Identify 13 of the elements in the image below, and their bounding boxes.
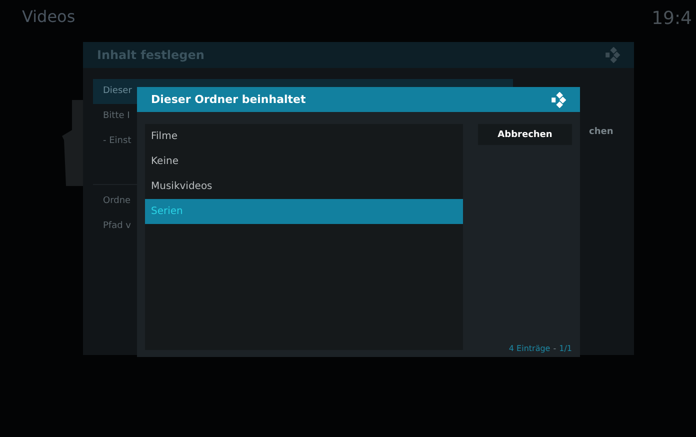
page-indicator: 1/1 [559, 344, 572, 353]
dialog-title: Dieser Ordner beinhaltet [151, 93, 306, 106]
list-item[interactable]: Musikvideos [145, 174, 463, 199]
item-count: 4 Einträge [508, 344, 550, 353]
logo-icon [550, 92, 566, 108]
list-item[interactable]: Filme [145, 124, 463, 149]
clock: 19:4 [652, 8, 692, 31]
cancel-button[interactable]: Abbrechen [478, 124, 572, 145]
separator: - [553, 344, 556, 353]
logo-icon [604, 47, 620, 63]
screen-title: Videos [22, 8, 76, 28]
list-item[interactable]: Keine [145, 149, 463, 174]
button-label: chen [589, 127, 614, 137]
